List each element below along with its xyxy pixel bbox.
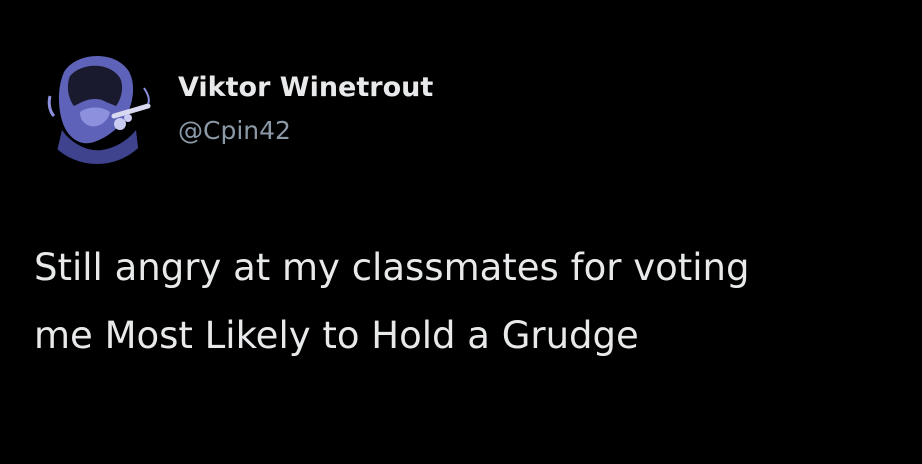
author-handle[interactable]: @Cpin42 xyxy=(178,114,291,148)
avatar[interactable] xyxy=(36,42,158,164)
tweet-card: Viktor Winetrout @Cpin42 Still angry at … xyxy=(0,0,922,464)
tweet-text: Still angry at my classmates for voting … xyxy=(34,234,904,370)
author-display-name[interactable]: Viktor Winetrout xyxy=(178,70,433,106)
tweet-text-line: me Most Likely to Hold a Grudge xyxy=(34,314,639,357)
user-avatar-smoking-figure-icon xyxy=(36,42,158,164)
tweet-text-line: Still angry at my classmates for voting xyxy=(34,246,750,289)
